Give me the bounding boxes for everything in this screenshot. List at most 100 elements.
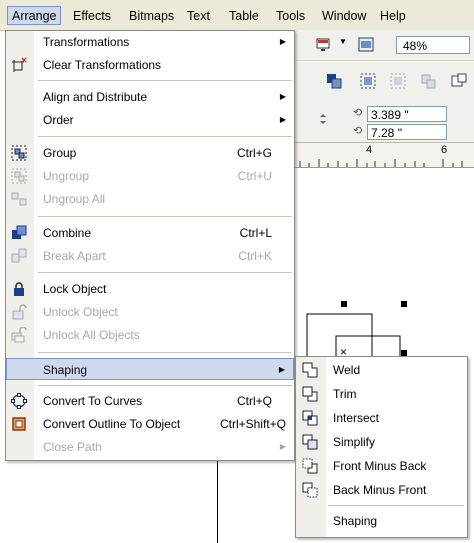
menu-text[interactable]: Text [187, 8, 210, 25]
menu-bar: Arrange Effects Bitmaps Text Table Tools… [0, 0, 474, 31]
menu-item-shortcut: Ctrl+U [237, 169, 272, 183]
submenu-item-label: Simplify [333, 435, 376, 449]
menu-item-group[interactable]: Group Ctrl+G [6, 142, 294, 164]
submenu-item-label: Intersect [333, 411, 380, 425]
menu-separator [38, 136, 292, 137]
weld-icon [302, 362, 318, 378]
menu-item-unlock-all[interactable]: Unlock All Objects [6, 324, 294, 346]
ruler-label-6: 6 [441, 144, 448, 156]
submenu-arrow-icon: ▶ [279, 115, 286, 124]
zoom-level-field[interactable]: 48% [396, 36, 470, 54]
menu-item-ungroup[interactable]: Ungroup Ctrl+U [6, 165, 294, 187]
simplify-icon [302, 434, 318, 450]
menu-item-label: Unlock All Objects [43, 328, 140, 342]
submenu-item-weld[interactable]: Weld [296, 359, 467, 381]
menu-item-ungroup-all[interactable]: Ungroup All [6, 188, 294, 210]
menu-help[interactable]: Help [380, 8, 406, 25]
menu-item-label: Unlock Object [43, 305, 118, 319]
arrange-menu: Transformations ▶ Clear Transformations … [5, 30, 295, 461]
menu-item-close-path[interactable]: Close Path ▶ [6, 436, 294, 458]
front-minus-back-icon [302, 458, 318, 474]
submenu-item-label: Front Minus Back [333, 459, 427, 473]
combine-icon [12, 225, 27, 239]
shaping-submenu: Weld Trim Intersect Simplify Front Minus… [295, 356, 468, 538]
menu-item-label: Close Path [43, 440, 102, 454]
group-icon [11, 145, 27, 161]
menu-item-shortcut: Ctrl+L [239, 226, 272, 240]
submenu-item-intersect[interactable]: Intersect [296, 407, 467, 429]
submenu-item-label: Shaping [333, 514, 378, 528]
ruler-ticks [299, 159, 463, 167]
menu-separator [38, 216, 292, 217]
horizontal-ruler: 4 6 [295, 143, 474, 168]
menu-table[interactable]: Table [229, 8, 259, 25]
y-position-field[interactable]: 7.28 " [367, 124, 447, 140]
x-position-field[interactable]: 3.389 " [367, 106, 447, 122]
menu-separator [38, 80, 292, 81]
arrange-icon[interactable] [325, 72, 343, 90]
selection-handle[interactable] [401, 301, 407, 307]
submenu-item-label: Trim [333, 387, 357, 401]
menu-item-convert-outline[interactable]: Convert Outline To Object Ctrl+Shift+Q [6, 413, 294, 435]
object-toolbar [295, 62, 474, 101]
menu-item-label: Shaping [43, 363, 88, 377]
menu-item-unlock-object[interactable]: Unlock Object [6, 301, 294, 323]
break-apart-icon [11, 248, 27, 263]
ungroup-icon [11, 168, 27, 184]
menu-arrange[interactable]: Arrange [7, 6, 62, 25]
menu-item-order[interactable]: Order ▶ [6, 109, 294, 131]
x-rotate-icon: ⟲ [353, 107, 363, 119]
menu-window[interactable]: Window [322, 8, 366, 25]
menu-item-shaping[interactable]: Shaping ▶ [6, 358, 294, 380]
menu-item-label: Group [43, 146, 77, 160]
ungroup-toolbar-icon[interactable] [389, 72, 407, 90]
menu-item-label: Clear Transformations [43, 58, 162, 72]
group-toolbar-icon[interactable] [359, 72, 377, 90]
menu-item-label: Align and Distribute [43, 90, 148, 104]
submenu-arrow-icon: ▶ [279, 442, 286, 451]
back-minus-front-icon [302, 482, 318, 498]
menu-separator [38, 385, 292, 386]
menu-item-align-distribute[interactable]: Align and Distribute ▶ [6, 86, 294, 108]
selection-handle[interactable] [341, 301, 347, 307]
menu-item-clear-transformations[interactable]: Clear Transformations [6, 54, 294, 76]
menu-item-convert-to-curves[interactable]: Convert To Curves Ctrl+Q [6, 390, 294, 412]
menu-item-break-apart[interactable]: Break Apart Ctrl+K [6, 245, 294, 267]
y-rotate-icon: ⟲ [353, 125, 363, 137]
submenu-arrow-icon: ▶ [279, 92, 286, 101]
menu-bitmaps[interactable]: Bitmaps [129, 8, 174, 25]
submenu-arrow-icon: ▶ [278, 365, 285, 374]
menu-item-label: Ungroup All [43, 192, 106, 206]
menu-item-shortcut: Ctrl+Shift+Q [219, 417, 286, 431]
unlock-icon [12, 304, 27, 320]
combine-toolbar-icon[interactable] [450, 72, 468, 90]
submenu-item-label: Weld [333, 363, 361, 377]
submenu-item-front-minus-back[interactable]: Front Minus Back [296, 455, 467, 477]
intersect-icon [302, 410, 318, 426]
ungroup-all-toolbar-icon[interactable] [419, 72, 437, 90]
submenu-item-shaping-docker[interactable]: Shaping [296, 510, 467, 532]
unlock-all-icon [11, 327, 27, 343]
menu-tools[interactable]: Tools [276, 8, 305, 25]
menu-item-label: Transformations [43, 35, 130, 49]
menu-item-transformations[interactable]: Transformations ▶ [6, 31, 294, 53]
menu-item-lock-object[interactable]: Lock Object [6, 278, 294, 300]
submenu-arrow-icon: ▶ [279, 37, 286, 46]
submenu-item-back-minus-front[interactable]: Back Minus Front [296, 479, 467, 501]
submenu-item-trim[interactable]: Trim [296, 383, 467, 405]
convert-outline-icon [12, 417, 26, 431]
menu-item-label: Convert To Curves [43, 394, 143, 408]
ruler-label-4: 4 [366, 144, 373, 156]
menu-item-shortcut: Ctrl+G [236, 146, 272, 160]
welcome-screen-icon[interactable] [357, 36, 375, 54]
submenu-item-simplify[interactable]: Simplify [296, 431, 467, 453]
menu-effects[interactable]: Effects [73, 8, 111, 25]
menu-item-label: Order [43, 113, 74, 127]
menu-item-combine[interactable]: Combine Ctrl+L [6, 222, 294, 244]
menu-separator [38, 352, 292, 353]
dropdown-arrow-icon[interactable]: ▼ [339, 37, 347, 46]
menu-item-shortcut: Ctrl+K [238, 249, 272, 263]
spinner-icon[interactable] [317, 112, 329, 126]
application-launcher-icon[interactable] [315, 36, 333, 54]
menu-item-label: Combine [43, 226, 92, 240]
